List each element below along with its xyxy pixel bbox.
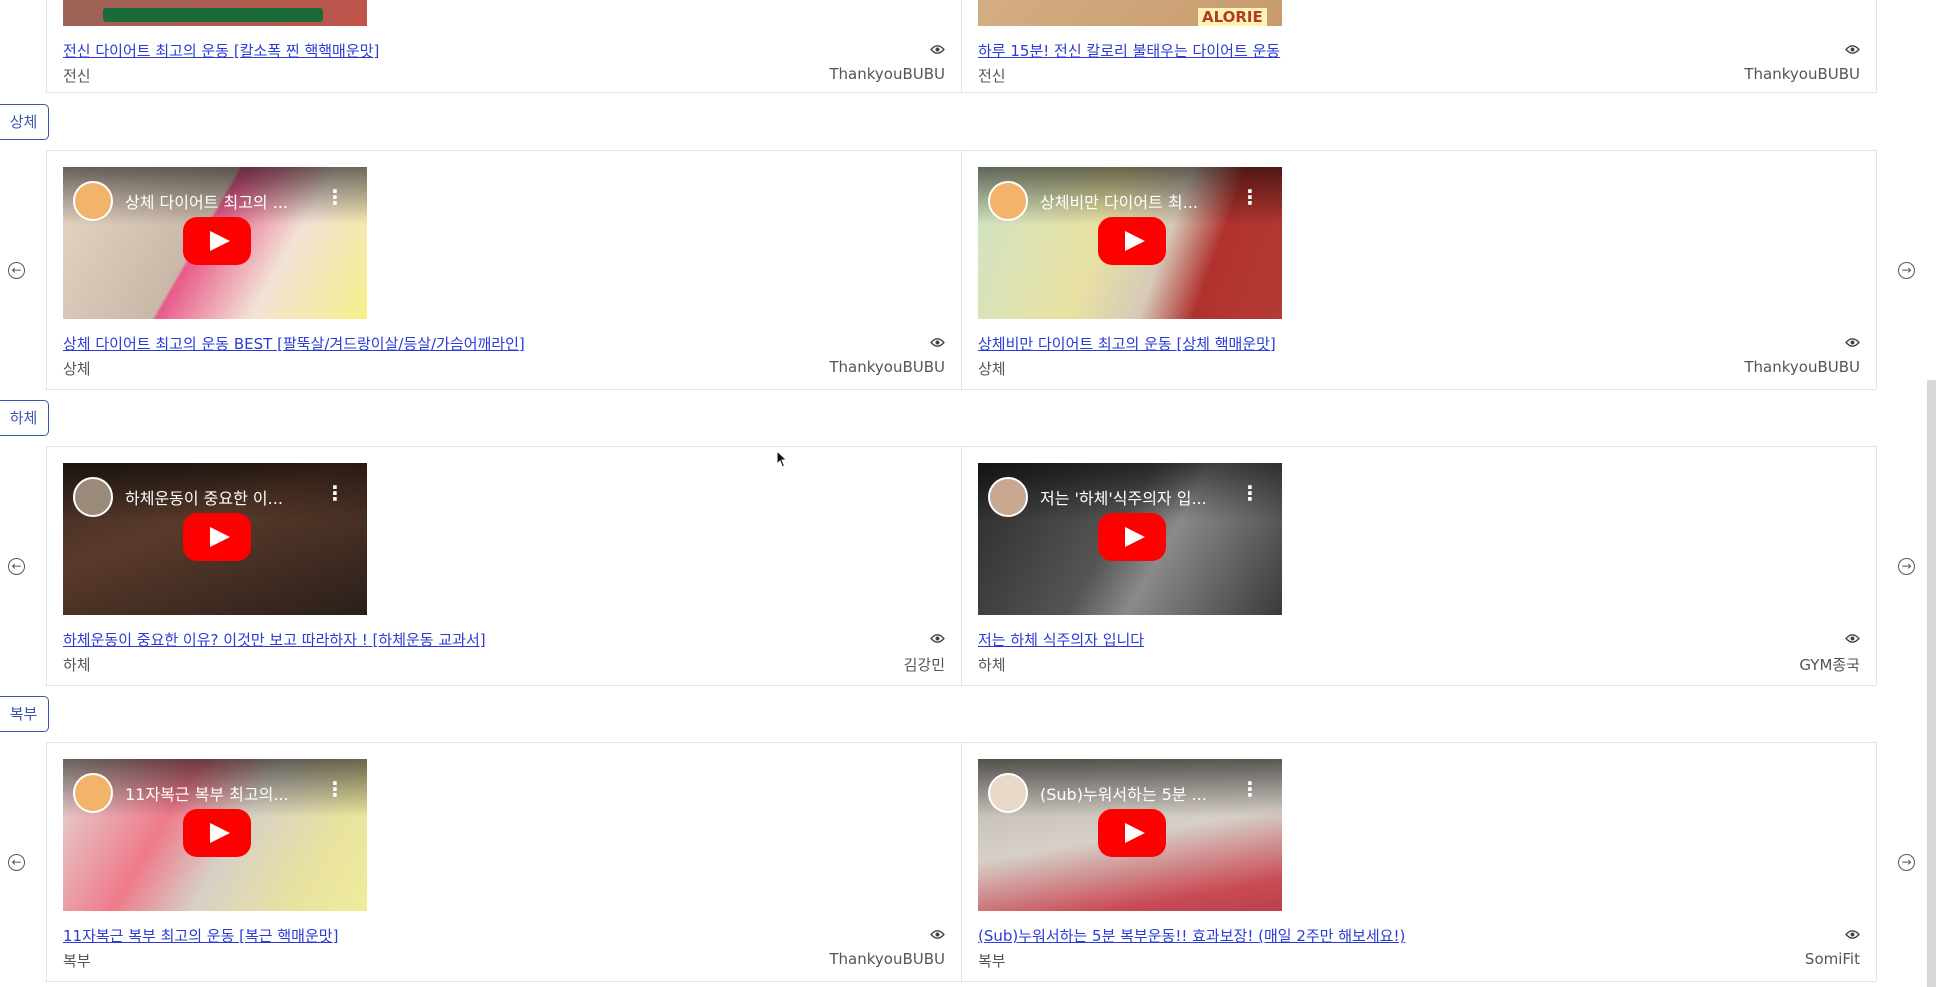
video-channel: ThankyouBUBU — [1744, 65, 1860, 83]
youtube-play-icon[interactable] — [1098, 809, 1166, 857]
video-category: 복부 — [63, 952, 91, 970]
video-card: 저는 '하체'식주의자 입... ⋮ 저는 하체 식주의자 입니다 하체 GYM… — [961, 446, 1877, 686]
thumbnail-title: 상체 다이어트 최고의 ... — [125, 193, 288, 212]
channel-avatar — [73, 181, 113, 221]
video-title-link[interactable]: 전신 다이어트 최고의 운동 [칼소폭 찐 핵핵매운맛] — [63, 40, 379, 61]
video-title-link[interactable]: 저는 하체 식주의자 입니다 — [978, 629, 1144, 650]
kebab-menu-icon[interactable]: ⋮ — [325, 779, 345, 799]
kebab-menu-icon[interactable]: ⋮ — [325, 187, 345, 207]
thumbnail-title: 상체비만 다이어트 최... — [1040, 193, 1198, 212]
video-thumbnail[interactable]: 저는 '하체'식주의자 입... ⋮ — [978, 463, 1282, 615]
video-card: (Sub)누워서하는 5분 ... ⋮ (Sub)누워서하는 5분 복부운동!!… — [961, 742, 1877, 982]
channel-avatar — [73, 773, 113, 813]
video-channel: 김강민 — [903, 656, 945, 674]
video-title-link[interactable]: (Sub)누워서하는 5분 복부운동!! 효과보장! (매일 2주만 해보세요!… — [978, 925, 1405, 946]
eye-icon — [930, 634, 945, 643]
arrow-left-circle-icon[interactable]: ← — [8, 558, 25, 575]
video-channel: GYM종국 — [1799, 656, 1860, 674]
youtube-play-icon[interactable] — [183, 809, 251, 857]
youtube-play-icon[interactable] — [183, 513, 251, 561]
channel-avatar — [988, 477, 1028, 517]
youtube-play-icon[interactable] — [183, 217, 251, 265]
video-thumbnail[interactable]: 하체운동이 중요한 이... ⋮ — [63, 463, 367, 615]
section-label-upper-body[interactable]: 상체 — [0, 104, 49, 140]
video-thumbnail[interactable]: 11자복근 복부 최고의... ⋮ — [63, 759, 367, 911]
video-title-link[interactable]: 상체비만 다이어트 최고의 운동 [상체 핵매운맛] — [978, 333, 1276, 354]
video-title-link[interactable]: 하체운동이 중요한 이유? 이것만 보고 따라하자 ! [하체운동 교과서] — [63, 629, 486, 650]
video-category: 하체 — [63, 656, 91, 674]
arrow-left-circle-icon[interactable]: ← — [8, 262, 25, 279]
channel-avatar — [988, 181, 1028, 221]
youtube-play-icon[interactable] — [1098, 513, 1166, 561]
eye-icon — [1845, 634, 1860, 643]
video-title-link[interactable]: 11자복근 복부 최고의 운동 [복근 핵매운맛] — [63, 925, 338, 946]
kebab-menu-icon[interactable]: ⋮ — [325, 483, 345, 503]
video-channel: ThankyouBUBU — [829, 950, 945, 968]
video-category: 복부 — [978, 952, 1006, 970]
eye-icon — [930, 45, 945, 54]
video-category: 전신 — [63, 67, 91, 85]
channel-avatar — [988, 773, 1028, 813]
video-card: 하체운동이 중요한 이... ⋮ 하체운동이 중요한 이유? 이것만 보고 따라… — [46, 446, 962, 686]
video-category: 전신 — [978, 67, 1006, 85]
video-thumbnail[interactable]: 상체 다이어트 최고의 ... ⋮ — [63, 167, 367, 319]
arrow-right-circle-icon[interactable]: → — [1898, 854, 1915, 871]
section-label-lower-body[interactable]: 하체 — [0, 400, 49, 436]
eye-icon — [1845, 338, 1860, 347]
video-channel: ThankyouBUBU — [1744, 358, 1860, 376]
thumbnail-title: 11자복근 복부 최고의... — [125, 785, 289, 804]
kebab-menu-icon[interactable]: ⋮ — [1240, 483, 1260, 503]
eye-icon — [1845, 45, 1860, 54]
video-thumbnail[interactable]: 상체비만 다이어트 최... ⋮ — [978, 167, 1282, 319]
video-card: 상체비만 다이어트 최... ⋮ 상체비만 다이어트 최고의 운동 [상체 핵매… — [961, 150, 1877, 390]
video-thumbnail[interactable] — [63, 0, 367, 26]
mouse-cursor-icon — [776, 450, 788, 468]
thumbnail-caption: ALORIE — [1198, 8, 1267, 26]
kebab-menu-icon[interactable]: ⋮ — [1240, 187, 1260, 207]
youtube-play-icon[interactable] — [1098, 217, 1166, 265]
video-card: 11자복근 복부 최고의... ⋮ 11자복근 복부 최고의 운동 [복근 핵매… — [46, 742, 962, 982]
thumbnail-title: 저는 '하체'식주의자 입... — [1040, 489, 1207, 508]
video-title-link[interactable]: 하루 15분! 전신 칼로리 불태우는 다이어트 운동 — [978, 40, 1280, 61]
video-card: 상체 다이어트 최고의 ... ⋮ 상체 다이어트 최고의 운동 BEST [팔… — [46, 150, 962, 390]
video-category: 상체 — [978, 360, 1006, 378]
video-category: 상체 — [63, 360, 91, 378]
video-channel: SomiFit — [1804, 950, 1860, 968]
thumbnail-title: (Sub)누워서하는 5분 ... — [1040, 785, 1207, 804]
eye-icon — [1845, 930, 1860, 939]
video-channel: ThankyouBUBU — [829, 65, 945, 83]
video-card: ALORIE 하루 15분! 전신 칼로리 불태우는 다이어트 운동 전신 Th… — [961, 0, 1877, 93]
channel-avatar — [73, 477, 113, 517]
arrow-left-circle-icon[interactable]: ← — [8, 854, 25, 871]
video-channel: ThankyouBUBU — [829, 358, 945, 376]
video-thumbnail[interactable]: ALORIE — [978, 0, 1282, 26]
video-card: 전신 다이어트 최고의 운동 [칼소폭 찐 핵핵매운맛] 전신 Thankyou… — [46, 0, 962, 93]
video-title-link[interactable]: 상체 다이어트 최고의 운동 BEST [팔뚝살/겨드랑이살/등살/가슴어깨라인… — [63, 333, 525, 354]
eye-icon — [930, 338, 945, 347]
section-label-abs[interactable]: 복부 — [0, 696, 49, 732]
eye-icon — [930, 930, 945, 939]
video-category: 하체 — [978, 656, 1006, 674]
video-thumbnail[interactable]: (Sub)누워서하는 5분 ... ⋮ — [978, 759, 1282, 911]
kebab-menu-icon[interactable]: ⋮ — [1240, 779, 1260, 799]
arrow-right-circle-icon[interactable]: → — [1898, 262, 1915, 279]
arrow-right-circle-icon[interactable]: → — [1898, 558, 1915, 575]
thumbnail-title: 하체운동이 중요한 이... — [125, 489, 283, 508]
thumbnail-banner — [103, 8, 323, 22]
scrollbar-thumb[interactable] — [1927, 380, 1936, 987]
